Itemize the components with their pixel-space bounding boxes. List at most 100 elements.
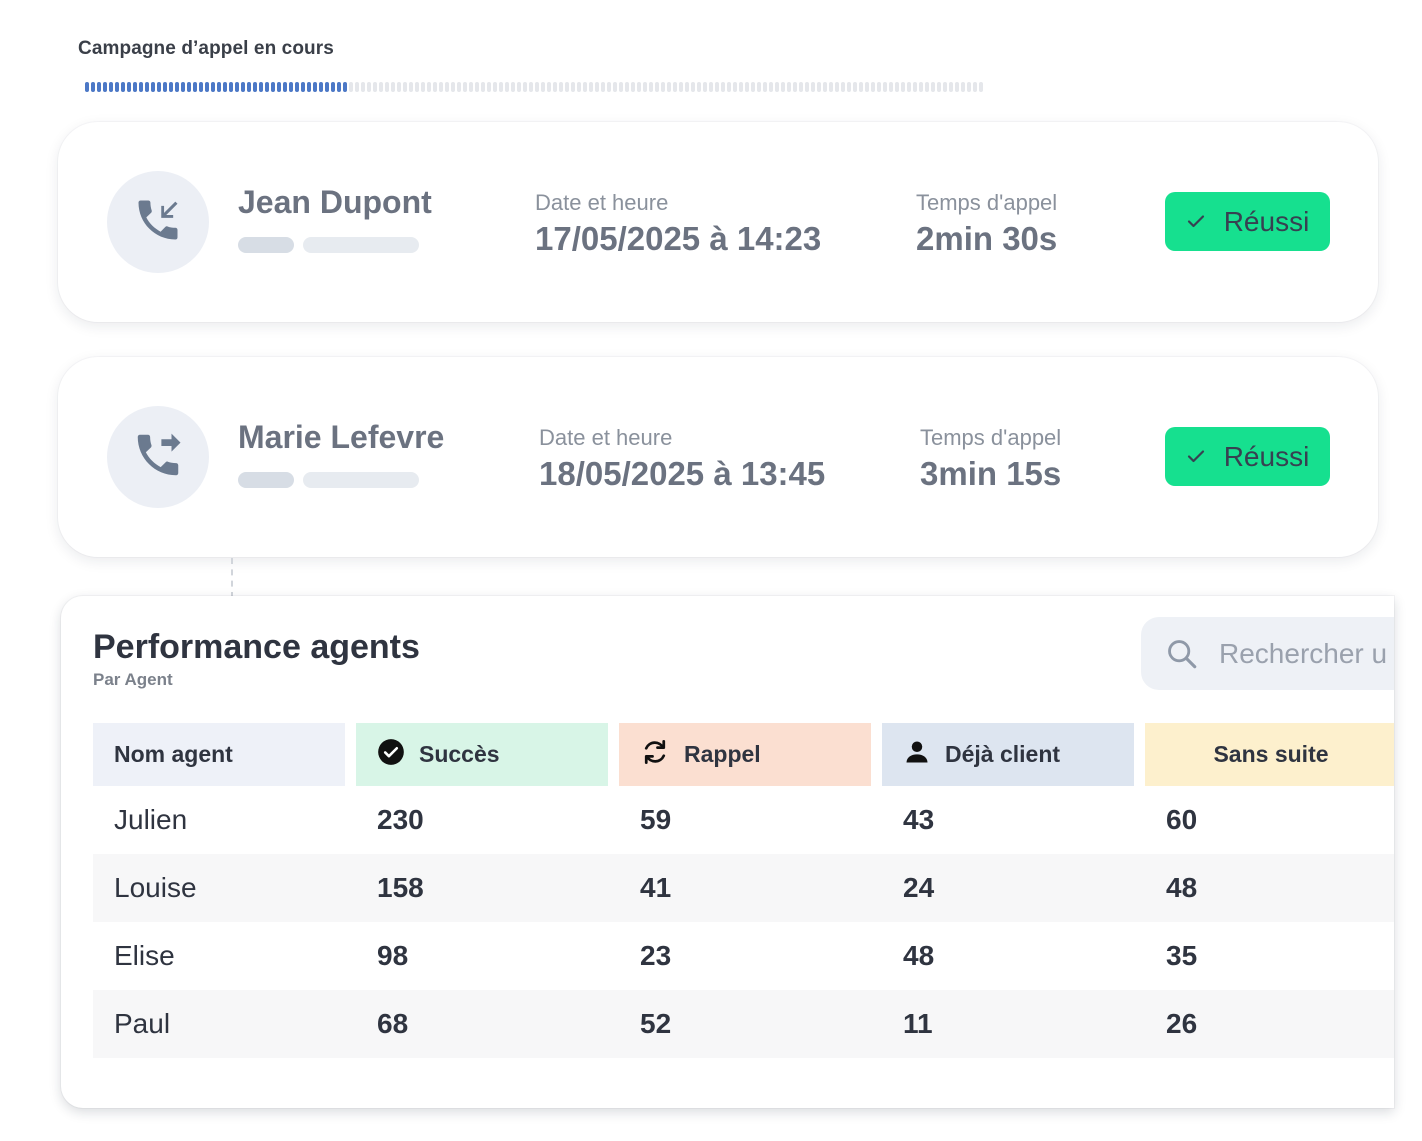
- progress-segment: [367, 82, 371, 92]
- progress-segment: [337, 82, 341, 92]
- progress-segment: [493, 82, 497, 92]
- progress-segment: [181, 82, 185, 92]
- progress-segment: [763, 82, 767, 92]
- cell-succes: 230: [377, 804, 424, 835]
- status-badge[interactable]: Réussi: [1165, 192, 1330, 251]
- refresh-icon: [640, 737, 670, 773]
- progress-segment: [913, 82, 917, 92]
- progress-segment: [91, 82, 95, 92]
- progress-segment: [865, 82, 869, 92]
- table-row[interactable]: Elise 98 23 48 35: [93, 922, 1394, 990]
- progress-segment: [571, 82, 575, 92]
- placeholder-bar: [238, 472, 294, 488]
- progress-segment: [475, 82, 479, 92]
- search-box[interactable]: [1141, 617, 1394, 690]
- progress-segment: [925, 82, 929, 92]
- agent-name: Louise: [114, 872, 197, 903]
- progress-segment: [157, 82, 161, 92]
- progress-segment: [883, 82, 887, 92]
- column-header-sans-suite[interactable]: Sans suite: [1145, 723, 1394, 786]
- progress-segment: [331, 82, 335, 92]
- placeholder-bar: [303, 472, 419, 488]
- placeholder-bar: [238, 237, 294, 253]
- duration-label: Temps d'appel: [920, 425, 1062, 450]
- progress-segment: [817, 82, 821, 92]
- progress-segment: [205, 82, 209, 92]
- progress-segment: [841, 82, 845, 92]
- panel-title: Performance agents: [93, 628, 420, 666]
- progress-segment: [397, 82, 401, 92]
- call-card[interactable]: Jean Dupont Date et heure 17/05/2025 à 1…: [58, 122, 1378, 322]
- date-label: Date et heure: [539, 425, 673, 450]
- cell-rappel: 41: [640, 872, 672, 903]
- progress-segment: [679, 82, 683, 92]
- column-header-rappel[interactable]: Rappel: [619, 723, 871, 786]
- progress-segment: [193, 82, 197, 92]
- table-body: Julien 230 59 43 60 Louise 158 41 24 48 …: [93, 786, 1394, 1058]
- search-input[interactable]: [1219, 637, 1394, 670]
- progress-segment: [655, 82, 659, 92]
- progress-segment: [625, 82, 629, 92]
- progress-segment: [403, 82, 407, 92]
- progress-segment: [949, 82, 953, 92]
- progress-segment: [223, 82, 227, 92]
- progress-segment: [739, 82, 743, 92]
- progress-segment: [715, 82, 719, 92]
- connector-line: [231, 558, 233, 598]
- table-row[interactable]: Paul 68 52 11 26: [93, 990, 1394, 1058]
- progress-segment: [751, 82, 755, 92]
- progress-segment: [631, 82, 635, 92]
- progress-segment: [781, 82, 785, 92]
- call-card[interactable]: Marie Lefevre Date et heure 18/05/2025 à…: [58, 357, 1378, 557]
- progress-segment: [667, 82, 671, 92]
- progress-segment: [121, 82, 125, 92]
- progress-segment: [859, 82, 863, 92]
- column-header-nom-agent[interactable]: Nom agent: [93, 723, 345, 786]
- table-row[interactable]: Louise 158 41 24 48: [93, 854, 1394, 922]
- progress-segment: [871, 82, 875, 92]
- progress-segment: [823, 82, 827, 92]
- performance-panel: Performance agents Par Agent Nom agent S…: [61, 596, 1394, 1108]
- progress-segment: [175, 82, 179, 92]
- progress-segment: [373, 82, 377, 92]
- cell-rappel: 23: [640, 940, 672, 971]
- campaign-title: Campagne d’appel en cours: [78, 38, 334, 59]
- progress-segment: [685, 82, 689, 92]
- progress-segment: [787, 82, 791, 92]
- progress-segment: [847, 82, 851, 92]
- progress-segment: [505, 82, 509, 92]
- progress-segment: [277, 82, 281, 92]
- progress-segment: [727, 82, 731, 92]
- progress-segment: [523, 82, 527, 92]
- progress-segment: [961, 82, 965, 92]
- progress-segment: [109, 82, 113, 92]
- progress-segment: [793, 82, 797, 92]
- progress-segment: [757, 82, 761, 92]
- progress-segment: [955, 82, 959, 92]
- progress-segment: [577, 82, 581, 92]
- outgoing-call-icon: [131, 428, 185, 487]
- progress-segment: [907, 82, 911, 92]
- progress-segment: [379, 82, 383, 92]
- progress-segment: [355, 82, 359, 92]
- progress-segment: [919, 82, 923, 92]
- progress-segment: [289, 82, 293, 92]
- panel-subtitle: Par Agent: [93, 670, 173, 689]
- duration-label: Temps d'appel: [916, 190, 1058, 215]
- placeholder-bar: [303, 237, 419, 253]
- cell-succes: 98: [377, 940, 409, 971]
- table-row[interactable]: Julien 230 59 43 60: [93, 786, 1394, 854]
- progress-segment: [127, 82, 131, 92]
- progress-segment: [325, 82, 329, 92]
- progress-segment: [385, 82, 389, 92]
- progress-segment: [673, 82, 677, 92]
- progress-segment: [235, 82, 239, 92]
- status-badge[interactable]: Réussi: [1165, 427, 1330, 486]
- cell-rappel: 59: [640, 804, 672, 835]
- column-header-deja-client[interactable]: Déjà client: [882, 723, 1134, 786]
- progress-segment: [583, 82, 587, 92]
- column-header-succes[interactable]: Succès: [356, 723, 608, 786]
- progress-segment: [439, 82, 443, 92]
- progress-segment: [217, 82, 221, 92]
- progress-segment: [901, 82, 905, 92]
